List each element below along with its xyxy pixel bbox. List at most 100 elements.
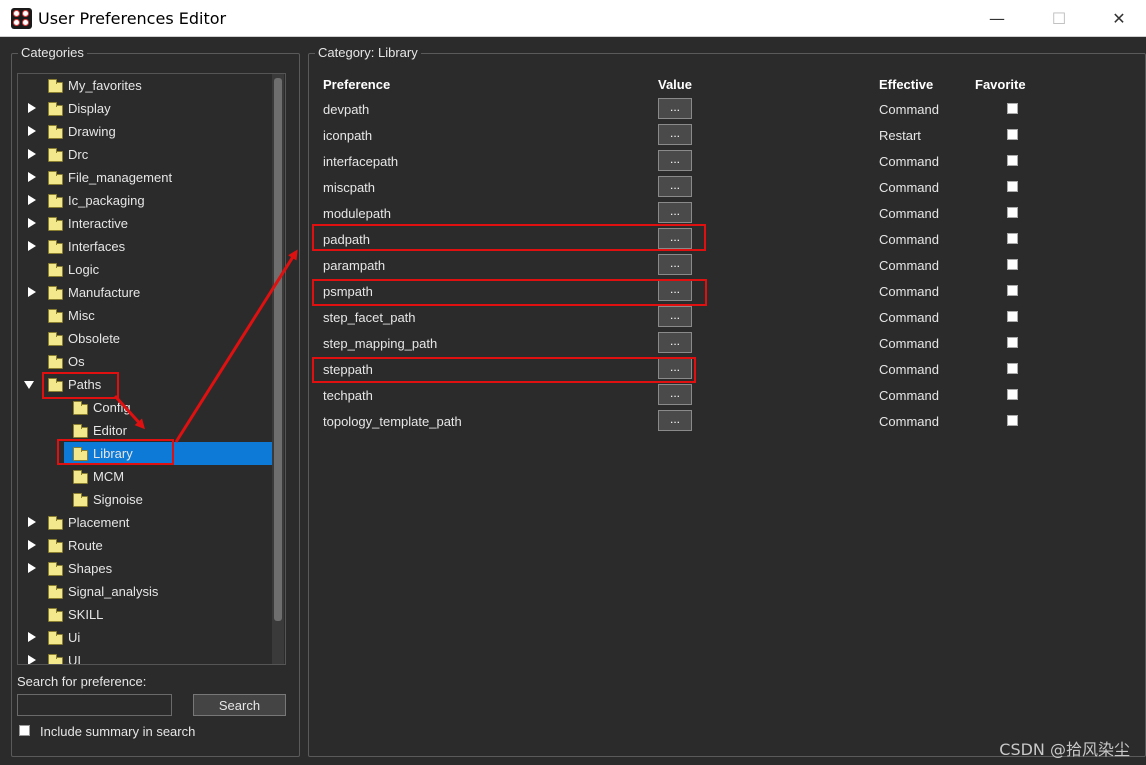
tree-item-signoise[interactable]: Signoise: [18, 488, 272, 511]
annotation-box-psmpath: [312, 279, 707, 306]
tree-item-label: Editor: [93, 423, 127, 438]
tree-item-placement[interactable]: Placement: [18, 511, 272, 534]
expand-right-icon[interactable]: [28, 195, 36, 205]
effective-step_mapping_path: Command: [879, 336, 939, 351]
expand-right-icon[interactable]: [28, 287, 36, 297]
effective-devpath: Command: [879, 102, 939, 117]
expand-right-icon[interactable]: [28, 172, 36, 182]
include-summary-label: Include summary in search: [40, 724, 196, 739]
value-button-modulepath[interactable]: ...: [658, 202, 692, 223]
tree-item-manufacture[interactable]: Manufacture: [18, 281, 272, 304]
tree-item-interfaces[interactable]: Interfaces: [18, 235, 272, 258]
preference-name-iconpath: iconpath: [323, 128, 373, 143]
tree-item-label: SKILL: [68, 607, 104, 622]
annotation-box-library: [57, 439, 174, 465]
tree-item-logic[interactable]: Logic: [18, 258, 272, 281]
tree-item-label: Signoise: [93, 492, 143, 507]
minimize-button[interactable]: —: [974, 0, 1020, 36]
folder-icon: [48, 332, 63, 346]
expand-right-icon[interactable]: [28, 540, 36, 550]
effective-psmpath: Command: [879, 284, 939, 299]
tree-item-ic_packaging[interactable]: Ic_packaging: [18, 189, 272, 212]
favorite-checkbox-parampath[interactable]: [1007, 259, 1018, 270]
favorite-checkbox-miscpath[interactable]: [1007, 181, 1018, 192]
expand-right-icon[interactable]: [28, 632, 36, 642]
annotation-box-paths: [42, 372, 119, 399]
category-tree[interactable]: My_favorites Display Drawing Drc File_manage…: [17, 73, 286, 665]
favorite-checkbox-iconpath[interactable]: [1007, 129, 1018, 140]
tree-item-route[interactable]: Route: [18, 534, 272, 557]
expand-right-icon[interactable]: [28, 517, 36, 527]
favorite-checkbox-modulepath[interactable]: [1007, 207, 1018, 218]
tree-item-obsolete[interactable]: Obsolete: [18, 327, 272, 350]
value-button-devpath[interactable]: ...: [658, 98, 692, 119]
tree-item-display[interactable]: Display: [18, 97, 272, 120]
preference-name-devpath: devpath: [323, 102, 370, 117]
value-button-miscpath[interactable]: ...: [658, 176, 692, 197]
folder-icon: [48, 654, 63, 664]
favorite-checkbox-step_mapping_path[interactable]: [1007, 337, 1018, 348]
favorite-checkbox-step_facet_path[interactable]: [1007, 311, 1018, 322]
tree-item-signal_analysis[interactable]: Signal_analysis: [18, 580, 272, 603]
tree-item-ui[interactable]: UI: [18, 649, 272, 664]
folder-icon: [48, 355, 63, 369]
value-button-step_mapping_path[interactable]: ...: [658, 332, 692, 353]
tree-item-drawing[interactable]: Drawing: [18, 120, 272, 143]
value-button-step_facet_path[interactable]: ...: [658, 306, 692, 327]
tree-item-misc[interactable]: Misc: [18, 304, 272, 327]
tree-item-mcm[interactable]: MCM: [18, 465, 272, 488]
folder-icon: [48, 79, 63, 93]
folder-icon: [73, 470, 88, 484]
expand-right-icon[interactable]: [28, 218, 36, 228]
favorite-checkbox-techpath[interactable]: [1007, 389, 1018, 400]
maximize-button[interactable]: ☐: [1036, 0, 1082, 36]
tree-scroll-thumb[interactable]: [274, 78, 282, 621]
tree-item-label: Ui: [68, 630, 81, 645]
search-button[interactable]: Search: [193, 694, 286, 716]
expand-right-icon[interactable]: [28, 149, 36, 159]
effective-steppath: Command: [879, 362, 939, 377]
tree-item-label: Manufacture: [68, 285, 141, 300]
tree-item-my_favorites[interactable]: My_favorites: [18, 74, 272, 97]
value-button-parampath[interactable]: ...: [658, 254, 692, 275]
tree-item-os[interactable]: Os: [18, 350, 272, 373]
tree-item-interactive[interactable]: Interactive: [18, 212, 272, 235]
folder-icon: [48, 263, 63, 277]
expand-right-icon[interactable]: [28, 103, 36, 113]
close-button[interactable]: ✕: [1096, 0, 1142, 36]
favorite-checkbox-devpath[interactable]: [1007, 103, 1018, 114]
expand-right-icon[interactable]: [28, 655, 36, 664]
search-input[interactable]: [17, 694, 172, 716]
effective-techpath: Command: [879, 388, 939, 403]
tree-item-label: Shapes: [68, 561, 113, 576]
tree-item-ui[interactable]: Ui: [18, 626, 272, 649]
tree-item-shapes[interactable]: Shapes: [18, 557, 272, 580]
tree-item-skill[interactable]: SKILL: [18, 603, 272, 626]
tree-item-label: Route: [68, 538, 103, 553]
value-button-interfacepath[interactable]: ...: [658, 150, 692, 171]
favorite-checkbox-steppath[interactable]: [1007, 363, 1018, 374]
tree-item-label: Display: [68, 101, 111, 116]
expand-right-icon[interactable]: [28, 241, 36, 251]
folder-icon: [73, 424, 88, 438]
categories-title: Categories: [18, 45, 87, 61]
expand-right-icon[interactable]: [28, 563, 36, 573]
tree-item-file_management[interactable]: File_management: [18, 166, 272, 189]
favorite-checkbox-interfacepath[interactable]: [1007, 155, 1018, 166]
tree-item-config[interactable]: Config: [18, 396, 272, 419]
favorite-checkbox-psmpath[interactable]: [1007, 285, 1018, 296]
folder-icon: [48, 309, 63, 323]
favorite-checkbox-topology_template_path[interactable]: [1007, 415, 1018, 426]
header-effective: Effective: [879, 77, 934, 92]
value-button-topology_template_path[interactable]: ...: [658, 410, 692, 431]
tree-item-drc[interactable]: Drc: [18, 143, 272, 166]
folder-icon: [73, 401, 88, 415]
value-button-iconpath[interactable]: ...: [658, 124, 692, 145]
folder-icon: [48, 516, 63, 530]
effective-step_facet_path: Command: [879, 310, 939, 325]
favorite-checkbox-padpath[interactable]: [1007, 233, 1018, 244]
include-summary-checkbox[interactable]: [19, 725, 30, 736]
value-button-techpath[interactable]: ...: [658, 384, 692, 405]
expand-right-icon[interactable]: [28, 126, 36, 136]
expand-down-icon[interactable]: [24, 381, 34, 389]
